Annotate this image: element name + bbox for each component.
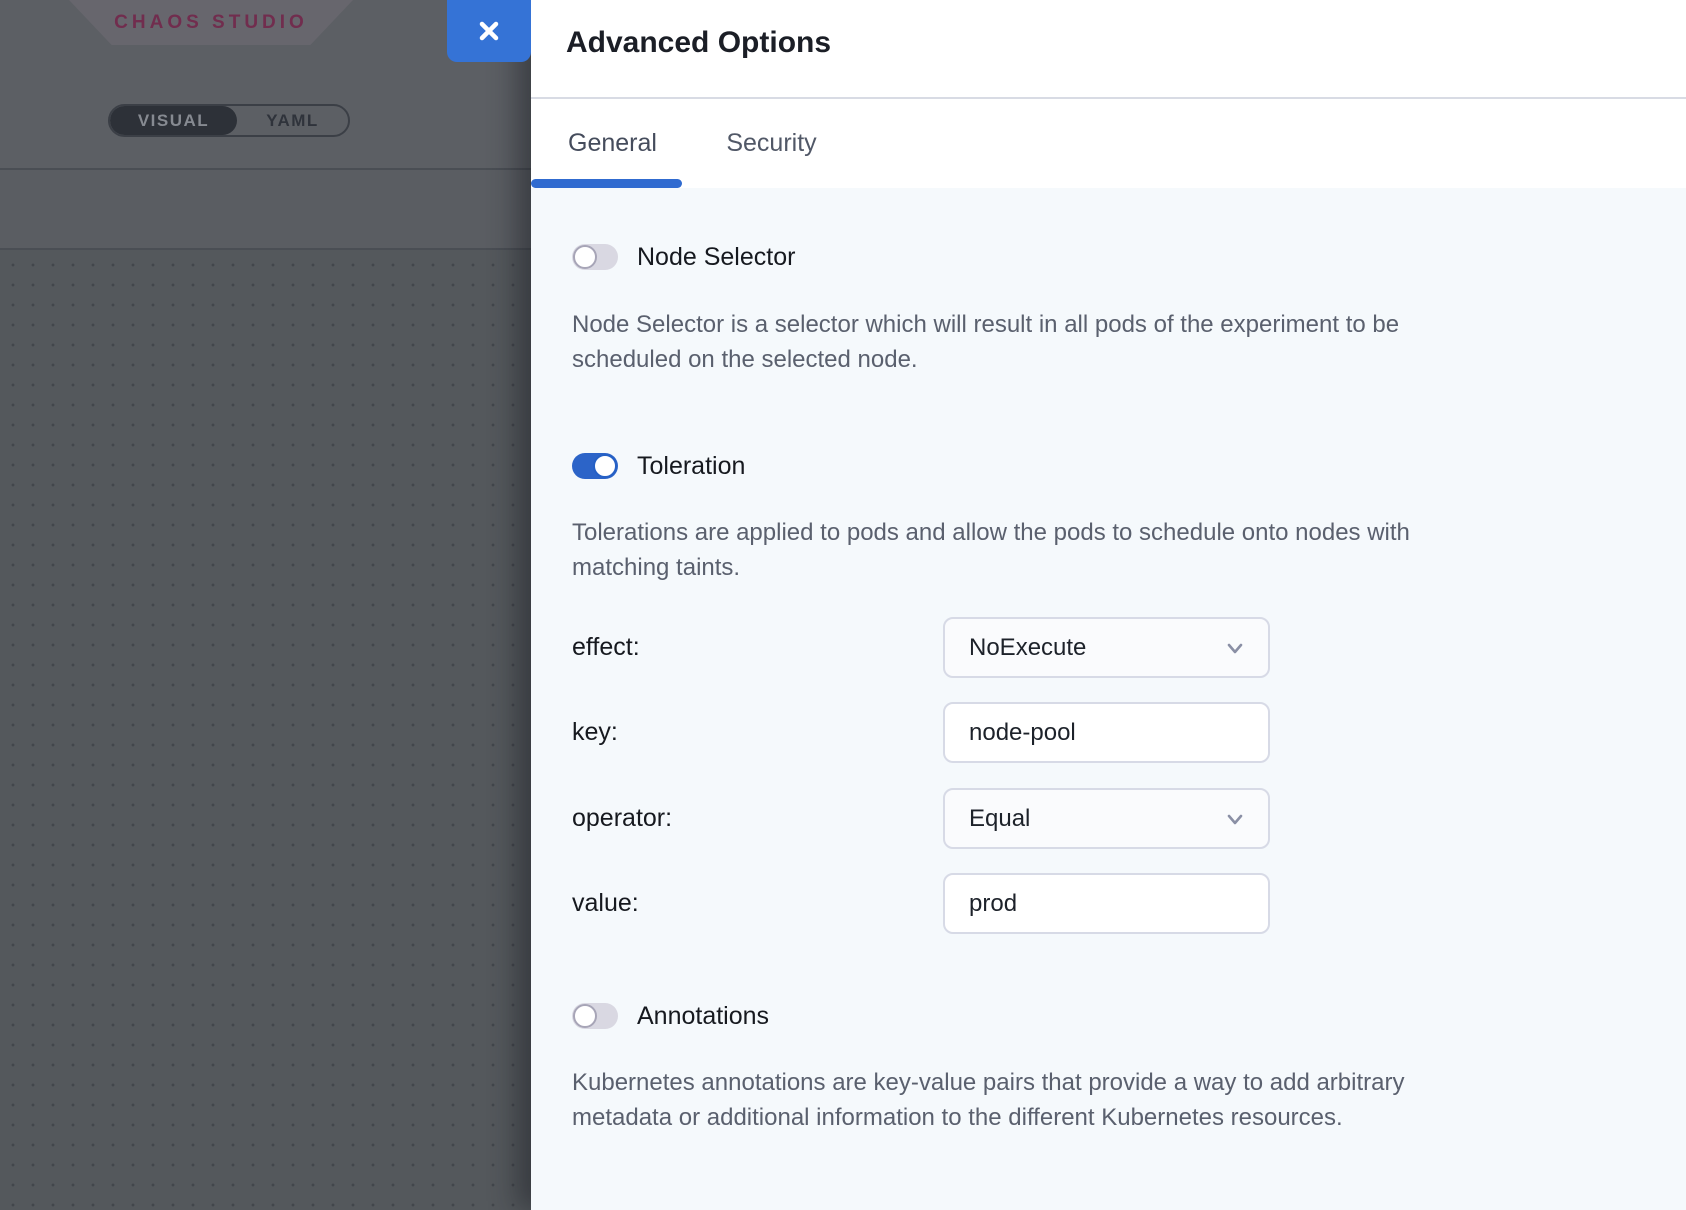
value-label: value: [572,873,639,934]
toleration-description: Tolerations are applied to pods and allo… [572,515,1410,585]
drawer-title: Advanced Options [566,26,831,60]
visual-mode-button[interactable]: VISUAL [110,106,237,135]
operator-select[interactable]: Equal [943,788,1270,849]
canvas-toolbar [0,170,531,250]
annotations-description: Kubernetes annotations are key-value pai… [572,1065,1404,1135]
screen: CHAOS STUDIO VISUAL YAML Advanced Option… [0,0,1686,1210]
chaos-studio-pane: CHAOS STUDIO VISUAL YAML [0,0,531,1210]
general-tab-content: Node Selector Node Selector is a selecto… [531,188,1686,1210]
tab-security-label: Security [726,129,816,158]
yaml-mode-button[interactable]: YAML [237,106,348,135]
key-field-row: key: [572,702,1272,763]
toleration-row: Toleration [572,453,745,479]
effect-select-value: NoExecute [969,634,1086,662]
active-tab-indicator [531,179,682,188]
chevron-down-icon [1224,808,1246,830]
annotations-label: Annotations [637,1003,769,1029]
annotations-row: Annotations [572,1003,769,1029]
close-icon [475,17,503,45]
effect-select[interactable]: NoExecute [943,617,1270,678]
annotations-toggle[interactable] [572,1003,618,1029]
advanced-options-drawer: Advanced Options General Security Node S… [531,0,1686,1210]
toleration-toggle[interactable] [572,453,618,479]
effect-field-row: effect: NoExecute [572,617,1272,678]
tab-security[interactable]: Security [699,99,844,188]
toggle-knob [573,1004,597,1028]
node-selector-label: Node Selector [637,244,795,270]
operator-label: operator: [572,788,672,849]
experiment-canvas [0,250,531,1210]
tab-general[interactable]: General [531,99,682,188]
tab-bar: General Security [531,99,1686,188]
toleration-label: Toleration [637,453,745,479]
chaos-studio-title: CHAOS STUDIO [114,12,308,34]
node-selector-row: Node Selector [572,244,795,270]
value-input[interactable] [943,873,1270,934]
toggle-knob [573,245,597,269]
key-input[interactable] [943,702,1270,763]
chaos-studio-banner: CHAOS STUDIO [69,0,353,45]
close-drawer-button[interactable] [447,0,531,62]
value-field-row: value: [572,873,1272,934]
effect-label: effect: [572,617,640,678]
node-selector-description: Node Selector is a selector which will r… [572,307,1399,377]
node-selector-toggle[interactable] [572,244,618,270]
tab-general-label: General [568,129,657,158]
chevron-down-icon [1224,637,1246,659]
toggle-knob [593,454,617,478]
key-label: key: [572,702,618,763]
operator-field-row: operator: Equal [572,788,1272,849]
view-mode-toggle: VISUAL YAML [108,104,350,137]
operator-select-value: Equal [969,805,1030,833]
